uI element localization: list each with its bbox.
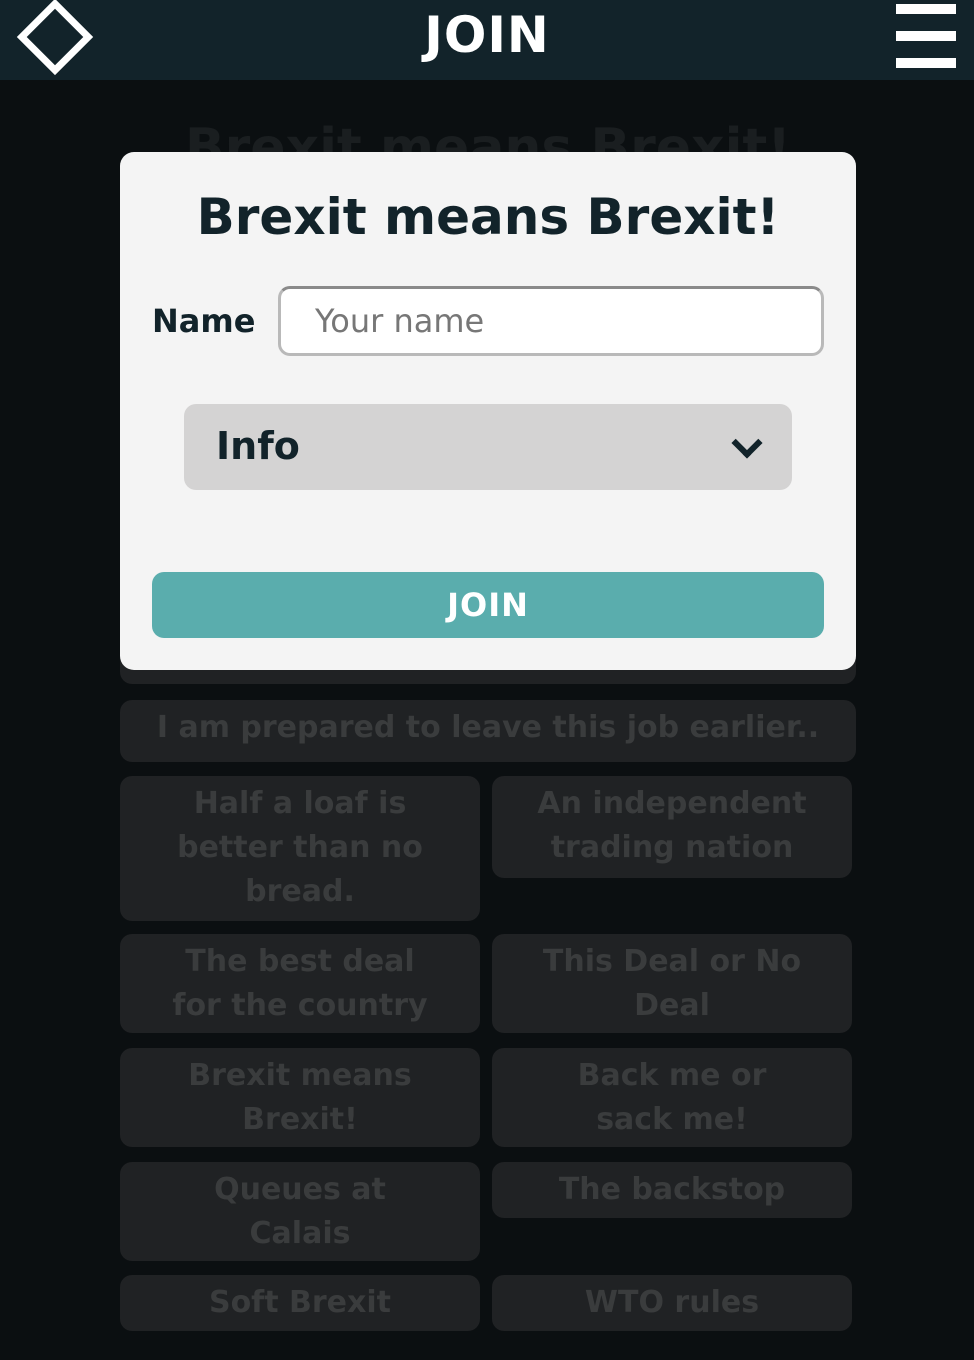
phrase-tile: Brexit means Brexit! <box>120 1048 480 1147</box>
phrase-tile: Back me or sack me! <box>492 1048 852 1147</box>
chevron-down-icon <box>731 427 763 459</box>
phrase-tile: I am prepared to leave this job earlier.… <box>120 700 856 762</box>
dialog-title: Brexit means Brexit! <box>196 188 780 246</box>
phrase-tile: Soft Brexit <box>120 1275 480 1331</box>
name-label: Name <box>152 302 256 340</box>
phrase-tile: This Deal or No Deal <box>492 934 852 1033</box>
phrase-tile: An independent trading nation <box>492 776 852 878</box>
join-button[interactable]: JOIN <box>152 572 824 638</box>
top-bar: JOIN <box>0 0 974 80</box>
phrase-tile: WTO rules <box>492 1275 852 1331</box>
phrase-tile: Half a loaf is better than no bread. <box>120 776 480 921</box>
phrase-tile: The backstop <box>492 1162 852 1218</box>
name-input[interactable] <box>278 286 824 356</box>
join-dialog: Brexit means Brexit! Name Info JOIN <box>120 152 856 670</box>
select-value: Info <box>216 424 300 468</box>
hamburger-menu-icon[interactable] <box>896 4 956 68</box>
info-select[interactable]: Info <box>184 404 792 490</box>
page-title: JOIN <box>424 6 550 64</box>
phrase-tile: The best deal for the country <box>120 934 480 1033</box>
phrase-tile: Queues at Calais <box>120 1162 480 1261</box>
